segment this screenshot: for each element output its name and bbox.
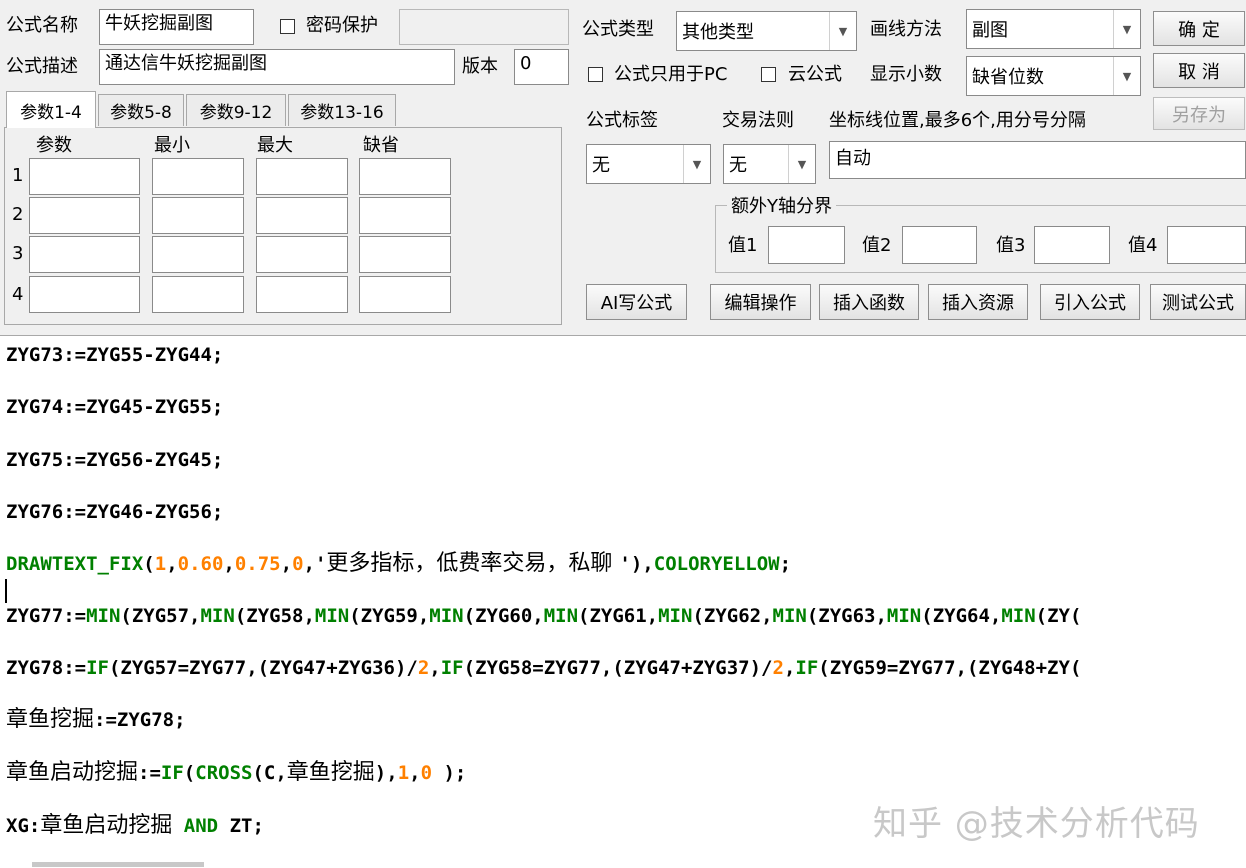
param-max-cell[interactable] <box>256 158 348 195</box>
trade-rule-select[interactable]: 无 ▼ <box>723 144 816 184</box>
cancel-button[interactable]: 取 消 <box>1153 53 1245 88</box>
code-line: 章鱼挖掘:=ZYG78; <box>6 707 186 732</box>
param-row-number: 2 <box>12 204 24 225</box>
param-min-cell[interactable] <box>152 197 244 234</box>
decimals-label: 显示小数 <box>870 64 942 85</box>
decimals-value: 缺省位数 <box>972 67 1044 88</box>
formula-type-select[interactable]: 其他类型 ▼ <box>676 11 857 51</box>
param-default-cell[interactable] <box>359 236 451 273</box>
cloud-formula-checkbox[interactable] <box>761 67 776 82</box>
tab-params-9-12[interactable]: 参数9-12 <box>186 94 286 126</box>
yaxis-value1-input[interactable] <box>768 226 845 264</box>
default-col-header: 缺省 <box>363 135 399 156</box>
chevron-down-icon[interactable]: ▼ <box>829 12 856 50</box>
param-min-cell[interactable] <box>152 158 244 195</box>
tab-params-13-16[interactable]: 参数13-16 <box>288 94 396 126</box>
param-max-cell[interactable] <box>256 197 348 234</box>
code-line: ZYG77:=MIN(ZYG57,MIN(ZYG58,MIN(ZYG59,MIN… <box>6 605 1082 627</box>
formula-tag-label: 公式标签 <box>586 110 658 131</box>
param-row-number: 1 <box>12 165 24 186</box>
param-row-number: 3 <box>12 243 24 264</box>
param-default-cell[interactable] <box>359 276 451 313</box>
code-line: DRAWTEXT_FIX(1,0.60,0.75,0,'更多指标，低费率交易，私… <box>6 551 792 576</box>
axis-lines-label: 坐标线位置,最多6个,用分号分隔 <box>829 110 1086 131</box>
extra-yaxis-title: 额外Y轴分界 <box>727 192 836 218</box>
ai-write-formula-button[interactable]: AI写公式 <box>586 284 687 320</box>
yaxis-value1-label: 值1 <box>728 235 758 256</box>
pc-only-checkbox[interactable] <box>588 67 603 82</box>
formula-desc-input[interactable]: 通达信牛妖挖掘副图 <box>99 49 455 85</box>
test-formula-button[interactable]: 测试公式 <box>1150 284 1246 320</box>
formula-type-label: 公式类型 <box>582 19 654 40</box>
param-name-cell[interactable] <box>29 197 140 234</box>
insert-resource-button[interactable]: 插入资源 <box>928 284 1028 320</box>
code-line: ZYG75:=ZYG56-ZYG45; <box>6 449 224 471</box>
min-col-header: 最小 <box>154 135 190 156</box>
code-line: XG:章鱼启动挖掘 AND ZT; <box>6 813 264 838</box>
draw-method-label: 画线方法 <box>870 19 942 40</box>
password-input <box>399 9 569 45</box>
version-label: 版本 <box>462 56 498 77</box>
formula-type-value: 其他类型 <box>682 22 754 43</box>
yaxis-value4-input[interactable] <box>1167 226 1246 264</box>
tab-params-5-8[interactable]: 参数5-8 <box>98 94 184 126</box>
formula-name-label: 公式名称 <box>6 15 78 36</box>
yaxis-value2-label: 值2 <box>862 235 892 256</box>
param-default-cell[interactable] <box>359 197 451 234</box>
watermark: 知乎 @技术分析代码 <box>873 804 1200 844</box>
import-formula-button[interactable]: 引入公式 <box>1040 284 1140 320</box>
code-line: ZYG74:=ZYG45-ZYG55; <box>6 396 224 418</box>
param-name-cell[interactable] <box>29 276 140 313</box>
version-input[interactable]: 0 <box>514 49 569 85</box>
chevron-down-icon[interactable]: ▼ <box>683 145 710 183</box>
yaxis-value3-label: 值3 <box>996 235 1026 256</box>
chevron-down-icon[interactable]: ▼ <box>788 145 815 183</box>
param-row-number: 4 <box>12 284 24 305</box>
ok-button[interactable]: 确 定 <box>1153 11 1245 46</box>
param-col-header: 参数 <box>36 135 72 156</box>
formula-name-input[interactable]: 牛妖挖掘副图 <box>99 9 254 45</box>
yaxis-value3-input[interactable] <box>1034 226 1110 264</box>
param-min-cell[interactable] <box>152 236 244 273</box>
code-line: ZYG73:=ZYG55-ZYG44; <box>6 344 224 366</box>
param-max-cell[interactable] <box>256 236 348 273</box>
save-as-button: 另存为 <box>1153 97 1245 130</box>
param-max-cell[interactable] <box>256 276 348 313</box>
chevron-down-icon[interactable]: ▼ <box>1113 57 1140 95</box>
param-min-cell[interactable] <box>152 276 244 313</box>
trade-rule-value: 无 <box>729 155 747 176</box>
yaxis-value4-label: 值4 <box>1128 235 1158 256</box>
edit-operations-button[interactable]: 编辑操作 <box>710 284 811 320</box>
param-name-cell[interactable] <box>29 236 140 273</box>
chevron-down-icon[interactable]: ▼ <box>1113 10 1140 48</box>
password-protect-checkbox[interactable] <box>280 19 295 34</box>
pc-only-label: 公式只用于PC <box>614 64 728 85</box>
formula-tag-select[interactable]: 无 ▼ <box>586 144 711 184</box>
decimals-select[interactable]: 缺省位数 ▼ <box>966 56 1141 96</box>
insert-function-button[interactable]: 插入函数 <box>819 284 919 320</box>
draw-method-value: 副图 <box>972 20 1008 41</box>
yaxis-value2-input[interactable] <box>902 226 977 264</box>
param-name-cell[interactable] <box>29 158 140 195</box>
code-line: ZYG78:=IF(ZYG57=ZYG77,(ZYG47+ZYG36)/2,IF… <box>6 657 1082 679</box>
code-line: 章鱼启动挖掘:=IF(CROSS(C,章鱼挖掘),1,0 ); <box>6 760 467 785</box>
formula-desc-label: 公式描述 <box>6 56 78 77</box>
trade-rule-label: 交易法则 <box>722 110 794 131</box>
param-default-cell[interactable] <box>359 158 451 195</box>
code-editor[interactable]: ZYG73:=ZYG55-ZYG44; ZYG74:=ZYG45-ZYG55; … <box>0 335 1246 868</box>
formula-tag-value: 无 <box>592 155 610 176</box>
password-protect-label: 密码保护 <box>306 15 378 36</box>
tab-params-1-4[interactable]: 参数1-4 <box>6 91 96 128</box>
text-caret <box>5 579 7 603</box>
horizontal-scrollbar[interactable] <box>32 862 204 867</box>
draw-method-select[interactable]: 副图 ▼ <box>966 9 1141 49</box>
max-col-header: 最大 <box>257 135 293 156</box>
axis-lines-input[interactable]: 自动 <box>829 141 1246 179</box>
code-line: ZYG76:=ZYG46-ZYG56; <box>6 501 224 523</box>
cloud-formula-label: 云公式 <box>788 64 842 85</box>
